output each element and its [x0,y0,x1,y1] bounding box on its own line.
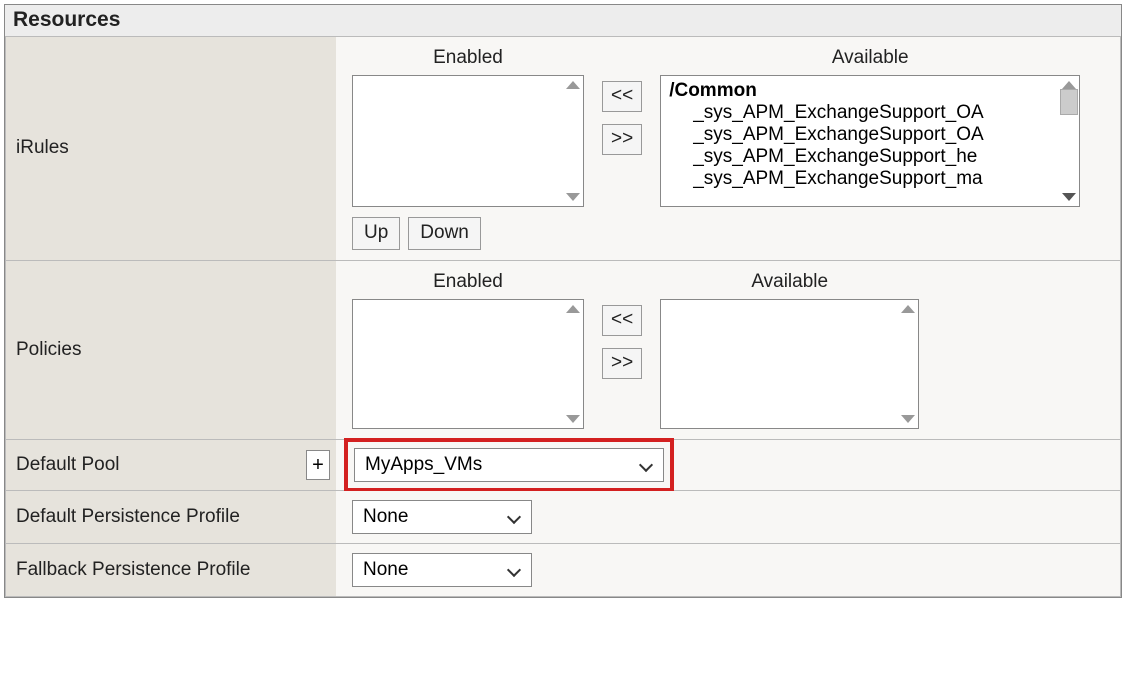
irules-transfer-buttons: << >> [602,81,642,155]
panel-title: Resources [5,5,1121,36]
policies-enabled-listbox[interactable] [352,299,584,429]
chevron-down-icon [507,563,521,577]
value-fallback-persist: None [336,544,1120,596]
label-default-pool-text: Default Pool [16,454,120,476]
irules-available-header: Available [832,47,909,75]
scroll-down-icon [566,415,580,423]
policies-enabled-col: Enabled [352,271,584,429]
policies-enabled-header: Enabled [433,271,503,299]
scroll-down-icon [1062,193,1076,201]
policies-available-col: Available [660,271,919,429]
irules-move-left-button[interactable]: << [602,81,642,112]
value-policies: Enabled << >> [336,261,1120,439]
scroll-up-icon [566,305,580,313]
scroll-thumb[interactable] [1060,89,1078,115]
row-default-pool: Default Pool + MyApps_VMs [6,440,1120,491]
irules-available-folder[interactable]: /Common [669,80,1055,102]
scroll-up-icon [566,81,580,89]
irules-available-listbox[interactable]: /Common _sys_APM_ExchangeSupport_OA _sys… [660,75,1080,207]
label-policies: Policies [6,261,336,439]
irules-enabled-header: Enabled [433,47,503,75]
list-item[interactable]: _sys_APM_ExchangeSupport_OA [669,102,1055,124]
value-irules: Enabled << >> [336,37,1120,260]
policies-available-header: Available [751,271,828,299]
policies-transfer-buttons: << >> [602,305,642,379]
default-pool-value: MyApps_VMs [365,454,482,476]
add-pool-button[interactable]: + [306,450,330,480]
list-item[interactable]: _sys_APM_ExchangeSupport_OA [669,124,1055,146]
irules-enabled-col: Enabled [352,47,584,207]
scroll-up-icon [901,305,915,313]
irules-transfer-row: Enabled << >> [352,47,1104,207]
fallback-persist-value: None [363,559,408,581]
label-default-persist: Default Persistence Profile [6,491,336,543]
scroll-down-icon [566,193,580,201]
value-default-pool: MyApps_VMs [336,440,1120,490]
scrollbar[interactable] [1058,77,1079,205]
policies-available-listbox[interactable] [660,299,919,429]
scroll-down-icon [901,415,915,423]
label-irules: iRules [6,37,336,260]
panel-body: iRules Enabled [5,36,1121,597]
scrollbar[interactable] [897,301,918,427]
label-default-pool: Default Pool + [6,440,336,490]
irules-available-col: Available /Common _sys_APM_ExchangeSuppo… [660,47,1080,207]
default-pool-highlight: MyApps_VMs [352,446,666,484]
row-default-persist: Default Persistence Profile None [6,491,1120,544]
policies-move-right-button[interactable]: >> [602,348,642,379]
label-fallback-persist: Fallback Persistence Profile [6,544,336,596]
chevron-down-icon [639,458,653,472]
irules-move-right-button[interactable]: >> [602,124,642,155]
row-fallback-persist: Fallback Persistence Profile None [6,544,1120,596]
scrollbar[interactable] [562,77,583,205]
value-default-persist: None [336,491,1120,543]
irules-up-button[interactable]: Up [352,217,400,250]
list-item[interactable]: _sys_APM_ExchangeSupport_he [669,146,1055,168]
policies-move-left-button[interactable]: << [602,305,642,336]
default-persist-value: None [363,506,408,528]
list-item[interactable]: _sys_APM_ExchangeSupport_ma [669,168,1055,190]
irules-updown: Up Down [352,217,1104,250]
default-persist-select[interactable]: None [352,500,532,534]
default-pool-select[interactable]: MyApps_VMs [354,448,664,482]
scrollbar[interactable] [562,301,583,427]
irules-available-content: /Common _sys_APM_ExchangeSupport_OA _sys… [661,76,1079,192]
irules-down-button[interactable]: Down [408,217,481,250]
resources-panel: Resources iRules Enabled [4,4,1122,598]
scroll-up-icon [1062,81,1076,89]
irules-transfer: Enabled << >> [352,47,1104,250]
policies-transfer-row: Enabled << >> [352,271,919,429]
row-irules: iRules Enabled [6,37,1120,261]
row-policies: Policies Enabled < [6,261,1120,440]
irules-enabled-listbox[interactable] [352,75,584,207]
chevron-down-icon [507,510,521,524]
fallback-persist-select[interactable]: None [352,553,532,587]
